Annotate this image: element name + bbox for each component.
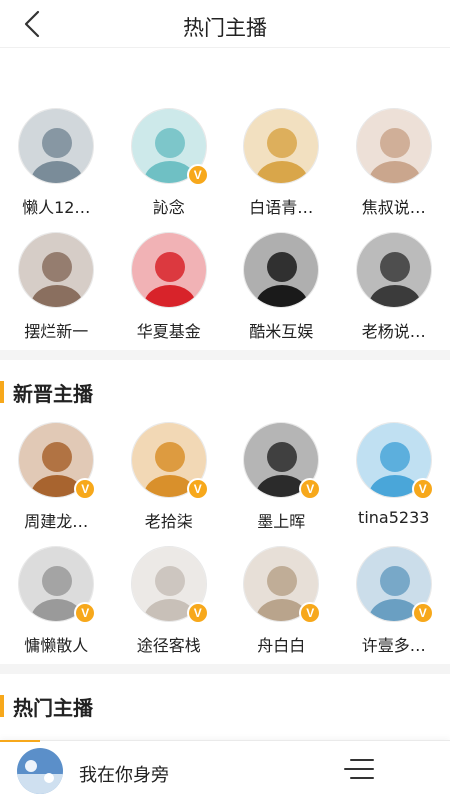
- player-progress-bar: [0, 740, 40, 742]
- avatar-wrapper: V: [18, 546, 97, 624]
- anchor-name: 摆烂新一: [24, 322, 89, 341]
- avatar-wrapper: V: [130, 108, 209, 186]
- anchor-card[interactable]: 焦叔说…: [338, 108, 450, 232]
- verified-badge-icon: V: [299, 478, 322, 500]
- anchor-name: 华夏基金: [136, 322, 201, 341]
- mini-player[interactable]: 我在你身旁: [0, 740, 450, 800]
- new-anchor-grid: V 周建龙… V 老拾柒 V 墨上晖 Vtina5233 V 慵懒散人 V 途径客栈 V 舟白白 V 许壹多…: [0, 422, 450, 670]
- anchor-name: 訫念: [152, 198, 185, 217]
- anchor-name: 酷米互娱: [249, 322, 314, 341]
- avatar[interactable]: [355, 232, 432, 308]
- anchor-card[interactable]: V 墨上晖: [225, 422, 338, 546]
- section-accent-bar: [0, 695, 4, 717]
- avatar-wrapper: [130, 232, 207, 308]
- verified-badge-icon: V: [186, 602, 209, 624]
- anchor-name: 许壹多…: [361, 636, 426, 655]
- section-divider: [0, 664, 450, 674]
- playlist-menu-icon: [344, 759, 374, 779]
- new-anchors-header: 新晋主播: [0, 374, 450, 410]
- section-divider: [0, 350, 450, 360]
- anchor-name: 周建龙…: [24, 512, 89, 531]
- section-title-new: 新晋主播: [13, 381, 93, 406]
- anchor-card[interactable]: 摆烂新一: [0, 232, 113, 356]
- anchor-card[interactable]: 老杨说…: [338, 232, 450, 356]
- anchor-card[interactable]: V 訫念: [113, 108, 226, 232]
- avatar[interactable]: [355, 108, 432, 184]
- anchor-card[interactable]: 酷米互娱: [225, 232, 338, 356]
- anchor-card[interactable]: Vtina5233: [338, 422, 450, 546]
- avatar[interactable]: [130, 232, 207, 308]
- anchor-name: 途径客栈: [136, 636, 201, 655]
- anchor-name: 老杨说…: [361, 322, 426, 341]
- anchor-name: 焦叔说…: [361, 198, 426, 217]
- avatar-wrapper: V: [243, 422, 322, 500]
- avatar[interactable]: [18, 232, 95, 308]
- hot-anchor-grid: 懒人12… V 訫念 白语青… 焦叔说… 摆烂新一 华夏基金 酷米互娱 老杨说…: [0, 108, 450, 356]
- avatar-wrapper: [355, 232, 432, 308]
- section-title-hot: 热门主播: [13, 695, 93, 720]
- hot-anchors-header: 热门主播: [0, 688, 450, 724]
- anchor-card[interactable]: V 舟白白: [225, 546, 338, 670]
- player-track-title: 我在你身旁: [79, 765, 169, 786]
- verified-badge-icon: V: [411, 602, 434, 624]
- avatar-wrapper: [18, 108, 95, 184]
- verified-badge-icon: V: [299, 602, 322, 624]
- avatar-wrapper: V: [243, 546, 322, 624]
- avatar[interactable]: [243, 108, 320, 184]
- anchor-card[interactable]: V 老拾柒: [113, 422, 226, 546]
- anchor-card[interactable]: V 许壹多…: [338, 546, 450, 670]
- verified-badge-icon: V: [411, 478, 434, 500]
- avatar-wrapper: V: [355, 546, 434, 624]
- anchor-name: 老拾柒: [144, 512, 193, 531]
- anchor-name: 懒人12…: [22, 198, 91, 217]
- player-cover-art[interactable]: [17, 748, 63, 794]
- anchor-card[interactable]: V 周建龙…: [0, 422, 113, 546]
- avatar[interactable]: [243, 232, 320, 308]
- anchor-card[interactable]: 华夏基金: [113, 232, 226, 356]
- avatar[interactable]: [18, 108, 95, 184]
- verified-badge-icon: V: [74, 478, 97, 500]
- anchor-card[interactable]: 懒人12…: [0, 108, 113, 232]
- anchor-name: 舟白白: [257, 636, 306, 655]
- anchor-name: 慵懒散人: [24, 636, 89, 655]
- verified-badge-icon: V: [186, 478, 209, 500]
- avatar-wrapper: [243, 232, 320, 308]
- avatar-wrapper: [243, 108, 320, 184]
- playlist-button[interactable]: [344, 759, 374, 785]
- anchor-name: 墨上晖: [257, 512, 306, 531]
- avatar-wrapper: [355, 108, 432, 184]
- top-bar: 热门主播: [0, 0, 450, 48]
- avatar-wrapper: V: [355, 422, 434, 500]
- avatar-wrapper: V: [18, 422, 97, 500]
- avatar-wrapper: [18, 232, 95, 308]
- anchor-name: 白语青…: [249, 198, 314, 217]
- section-accent-bar: [0, 381, 4, 403]
- avatar-wrapper: V: [130, 546, 209, 624]
- anchor-name: tina5233: [358, 508, 430, 527]
- avatar-wrapper: V: [130, 422, 209, 500]
- anchor-card[interactable]: 白语青…: [225, 108, 338, 232]
- anchor-card[interactable]: V 途径客栈: [113, 546, 226, 670]
- page-title: 热门主播: [183, 16, 267, 40]
- verified-badge-icon: V: [186, 164, 209, 186]
- anchor-card[interactable]: V 慵懒散人: [0, 546, 113, 670]
- verified-badge-icon: V: [74, 602, 97, 624]
